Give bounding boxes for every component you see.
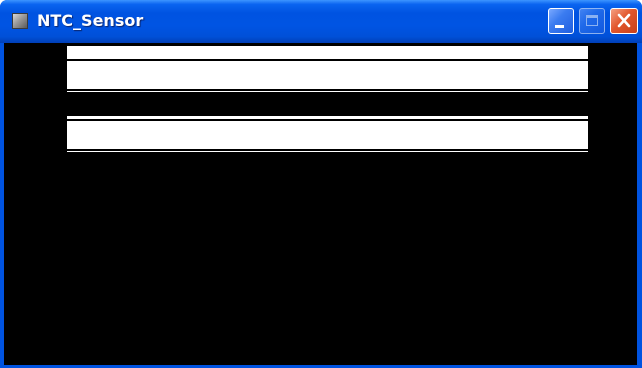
indicator-divider [67,149,588,151]
close-button[interactable] [610,8,638,34]
window-title: NTC_Sensor [37,11,144,30]
indicator-divider [67,59,588,61]
sensor-indicator-2 [67,116,588,152]
close-icon [617,13,631,28]
minimize-icon [555,25,564,28]
sensor-indicator-1 [67,46,588,92]
minimize-button[interactable] [548,8,574,34]
indicator-divider [67,89,588,91]
indicator-divider [67,119,588,121]
app-window: NTC_Sensor [0,0,642,368]
app-icon[interactable] [12,13,28,29]
maximize-button[interactable] [579,8,605,34]
title-bar[interactable]: NTC_Sensor [0,0,642,43]
maximize-icon [586,15,598,26]
client-area [4,43,637,365]
